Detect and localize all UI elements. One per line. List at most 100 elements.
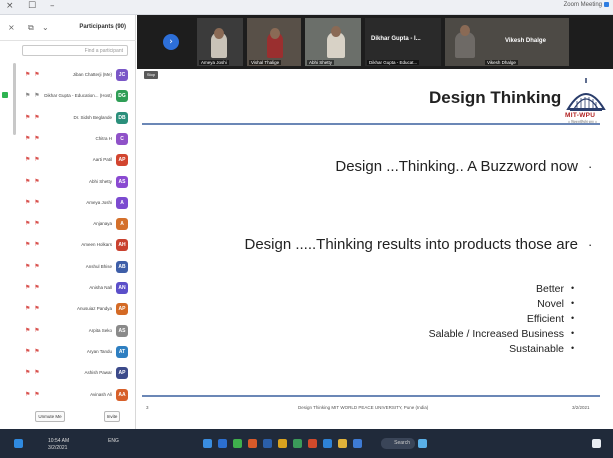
participant-name: Anshul Bhise — [85, 263, 112, 269]
mic-video-status-icon: ⚑ ⚑ — [25, 134, 41, 142]
sheets-app-icon[interactable] — [233, 439, 242, 448]
video-tile-title: Vikesh Dhalge — [505, 38, 546, 44]
participant-row[interactable]: ⚑ ⚑ Anjanaya A — [0, 214, 136, 235]
explorer-app-icon[interactable] — [338, 439, 347, 448]
close-window-icon[interactable]: × — [6, 1, 14, 11]
slide-bullet: Design .....Thinking results into produc… — [244, 236, 578, 253]
video-tile[interactable]: Vishal Thalige — [247, 18, 301, 66]
close-panel-icon[interactable]: × — [8, 23, 15, 32]
zoom-meeting-indicator: Zoom Meeting — [564, 2, 609, 8]
participant-name: Jiban Chatterji (Me) — [72, 72, 112, 77]
powerpoint-app-icon[interactable] — [308, 439, 317, 448]
participant-name: Aarti Patil — [92, 157, 112, 163]
video-tile-name: Ameya Joshi — [199, 60, 229, 65]
sub-bullet-marker: • — [571, 298, 575, 308]
files-app-icon[interactable] — [278, 439, 287, 448]
mic-video-status-icon: ⚑ ⚑ — [25, 326, 41, 334]
mic-video-status-icon: ⚑ ⚑ — [25, 92, 41, 100]
participant-row[interactable]: ⚑ ⚑ Aarti Patil AP — [0, 150, 136, 171]
word-app-icon[interactable] — [263, 439, 272, 448]
minimize-window-icon[interactable]: – — [50, 1, 55, 11]
taskbar-time: 10:54 AM — [48, 438, 70, 444]
zoom-meeting-label: Zoom Meeting — [563, 2, 602, 9]
avatar: DG — [116, 90, 128, 103]
notification-icon[interactable] — [14, 439, 23, 448]
participant-row[interactable]: ⚑ ⚑ Aryan Tandu AT — [0, 342, 136, 363]
participant-row[interactable]: ⚑ ⚑ Ameen Holkars AH — [0, 235, 136, 256]
mic-video-status-icon: ⚑ ⚑ — [25, 305, 41, 313]
participant-search-input[interactable]: Find a participant — [22, 45, 128, 56]
stop-share-button[interactable]: Stop — [144, 71, 158, 79]
store-app-icon[interactable] — [323, 439, 332, 448]
participant-name: Abhi Shetty — [88, 178, 112, 184]
slide-sub-bullet: Salable / Increased Business — [428, 328, 564, 340]
slide-sub-bullet: Sustainable — [509, 343, 564, 355]
video-tile-subname: Dikhar Gupta - Educat... — [367, 60, 420, 65]
participant-name: Anisha Nall — [89, 285, 112, 290]
taskbar-search-box[interactable]: Search — [381, 438, 415, 449]
bullet-marker: · — [588, 237, 593, 252]
maximize-window-icon[interactable]: ☐ — [28, 1, 36, 11]
participant-row[interactable]: ⚑ ⚑ Ashish Pawar AP — [0, 363, 136, 384]
chrome-app-icon[interactable] — [248, 439, 257, 448]
participant-row[interactable]: ⚑ ⚑ Ameya Joshi A — [0, 193, 136, 214]
avatar: A — [116, 218, 128, 231]
slide-sub-bullet: Better — [535, 283, 564, 295]
participant-face — [214, 28, 224, 39]
participant-row[interactable]: ⚑ ⚑ Anusuiaz Pandya AP — [0, 299, 136, 320]
avatar: AN — [116, 282, 128, 294]
slide-footer-rule — [142, 395, 600, 397]
unmute-me-button[interactable]: Unmute Me — [35, 411, 65, 422]
avatar: AH — [116, 239, 128, 252]
teams-app-icon[interactable] — [353, 439, 362, 448]
participant-name: Dr. Sidsh Beglande — [73, 114, 112, 120]
participant-row[interactable]: ⚑ ⚑ Chitra H C — [0, 129, 136, 150]
participant-name: Ameya Joshi — [86, 199, 112, 205]
avatar: AP — [116, 154, 128, 167]
chevron-down-icon[interactable]: ⌄ — [42, 23, 49, 32]
participant-row[interactable]: ⚑ ⚑ Abhi Shetty AS — [0, 172, 136, 193]
video-tile-name: Abhi Shetty — [307, 60, 335, 65]
avatar: AT — [116, 345, 128, 358]
task-view-icon[interactable] — [418, 439, 427, 448]
video-tile[interactable]: Ameya Joshi — [197, 18, 243, 66]
sub-bullet-marker: • — [571, 283, 575, 293]
invite-button[interactable]: Invite — [104, 411, 120, 422]
mic-video-status-icon: ⚑ ⚑ — [25, 390, 41, 398]
participant-name: Chitra H — [95, 135, 112, 141]
avatar: AS — [116, 175, 128, 188]
zoom-app-icon[interactable] — [203, 439, 212, 448]
edge-app-icon[interactable] — [218, 439, 227, 448]
participant-row[interactable]: ⚑ ⚑ Dr. Sidsh Beglande DB — [0, 108, 136, 129]
bullet-marker: · — [588, 159, 593, 174]
next-page-icon[interactable]: › — [163, 34, 179, 50]
participant-name: Dikhar Gupta - Education... (Host) — [44, 93, 112, 99]
participant-row[interactable]: ⚑ ⚑ Anisha Nall AN — [0, 278, 136, 299]
mic-video-status-icon: ⚑ ⚑ — [25, 262, 41, 270]
participants-panel-title: Participants (90) — [79, 24, 126, 30]
avatar: JC — [116, 69, 128, 81]
share-status-icon — [2, 92, 8, 99]
participant-row[interactable]: ⚑ ⚑ Avinash Ali AA — [0, 385, 136, 406]
video-tile-name: Vikesh Dhalge — [485, 60, 518, 65]
start-button-icon[interactable] — [592, 439, 601, 448]
participant-row[interactable]: ⚑ ⚑ Anshul Bhise AB — [0, 257, 136, 278]
excel-app-icon[interactable] — [293, 439, 302, 448]
mic-video-status-icon: ⚑ ⚑ — [25, 241, 41, 249]
participant-face — [460, 25, 470, 36]
participant-row[interactable]: ⚑ ⚑ Jiban Chatterji (Me) JC — [0, 65, 136, 86]
taskbar-language: ENG — [108, 438, 119, 444]
video-tile[interactable]: Dikhar Gupta - I... Dikhar Gupta - Educa… — [365, 18, 441, 66]
slide-sub-bullet: Novel — [537, 298, 564, 310]
slide-page-number: 3 — [146, 405, 149, 410]
participant-name: Ameen Holkars — [81, 242, 112, 248]
video-tile[interactable]: Vikesh Dhalge Vikesh Dhalge — [445, 18, 569, 66]
avatar: AB — [116, 260, 128, 273]
participant-row[interactable]: ⚑ ⚑ Dikhar Gupta - Education... (Host) DG — [0, 86, 136, 107]
video-tile[interactable]: Abhi Shetty — [305, 18, 361, 66]
avatar: AS — [116, 324, 128, 337]
avatar: DB — [116, 111, 128, 124]
popout-panel-icon[interactable]: ⧉ — [28, 23, 34, 33]
participant-row[interactable]: ⚑ ⚑ Arpita Seko AS — [0, 321, 136, 342]
participant-name: Avinash Ali — [90, 391, 112, 397]
